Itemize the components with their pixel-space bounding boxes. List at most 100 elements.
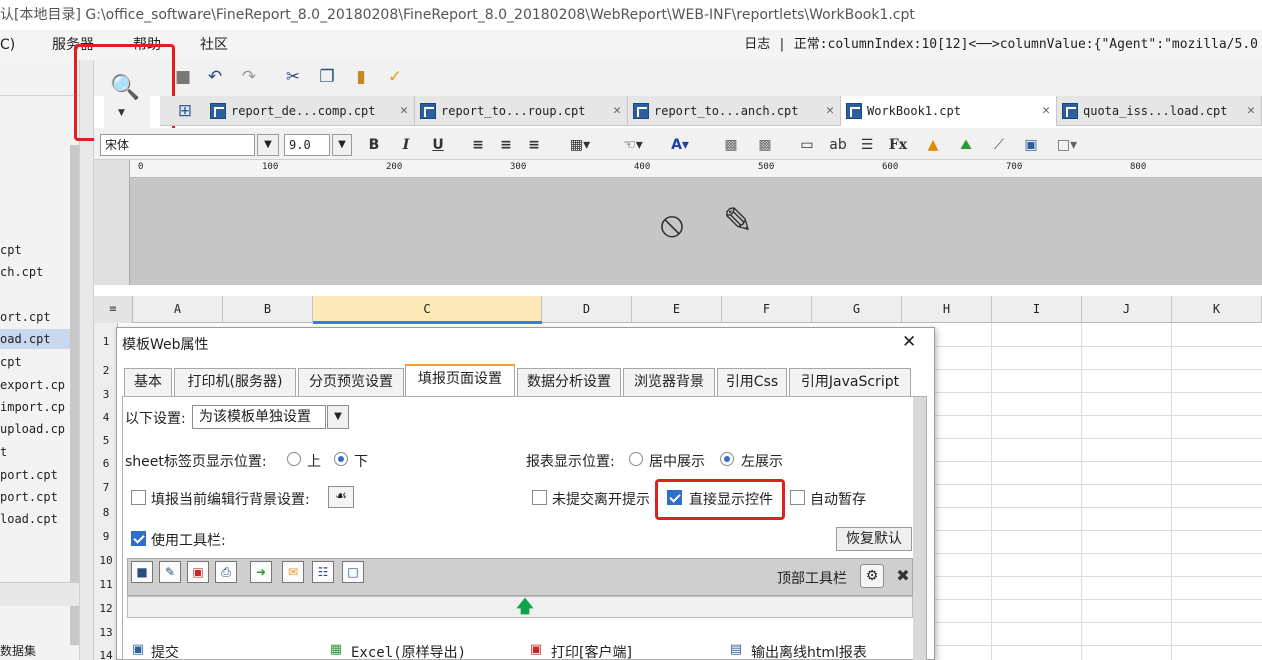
settings-scope-select[interactable]: 为该模板单独设置 — [192, 405, 326, 429]
tab-ref-javascript[interactable]: 引用JavaScript — [789, 368, 911, 396]
copy-icon[interactable]: ❐ — [316, 66, 338, 88]
column-header-selected[interactable]: C — [313, 296, 542, 323]
font-family-input[interactable]: 宋体 — [100, 134, 255, 156]
column-header[interactable]: E — [632, 296, 722, 323]
checkbox-unsubmitted-warning[interactable] — [532, 490, 547, 505]
row-header[interactable]: 9 — [94, 525, 118, 548]
row-header[interactable]: 12 — [94, 597, 118, 620]
sidebar-file[interactable]: cpt — [0, 240, 70, 260]
chevron-down-icon[interactable]: ▼ — [257, 134, 279, 156]
close-icon[interactable]: ✕ — [613, 96, 621, 126]
column-header[interactable]: F — [722, 296, 812, 323]
close-icon[interactable]: ✕ — [1042, 96, 1050, 126]
item-submit-label[interactable]: 提交 — [151, 642, 179, 660]
align-right-icon[interactable]: ≡ — [524, 134, 544, 156]
tab-quota-iss[interactable]: quota_iss...load.cpt ✕ — [1057, 96, 1262, 126]
email-icon[interactable]: ✉ — [282, 561, 304, 583]
menu-item-community[interactable]: 社区 — [200, 30, 228, 60]
sidebar-file[interactable]: ch.cpt — [0, 262, 70, 282]
report-header-area[interactable] — [130, 178, 1262, 285]
tab-ref-css[interactable]: 引用Css — [717, 368, 787, 396]
formula-icon[interactable]: Fx — [886, 134, 910, 156]
cut-icon[interactable]: ✂ — [282, 66, 304, 88]
column-header[interactable]: J — [1082, 296, 1172, 323]
fill-color-icon[interactable]: ☜▾ — [616, 134, 650, 156]
radio-report-center[interactable] — [629, 452, 643, 466]
column-header[interactable]: B — [223, 296, 313, 323]
font-size-input[interactable]: 9.0 — [284, 134, 330, 156]
sidebar-scrollbar[interactable] — [70, 145, 79, 645]
sidebar-file[interactable]: export.cp — [0, 375, 70, 395]
format-painter-icon[interactable]: ✓ — [384, 66, 406, 88]
cell-element-icon[interactable]: □▾ — [1052, 134, 1082, 156]
row-header[interactable]: 2 — [94, 359, 118, 382]
column-header[interactable]: K — [1172, 296, 1262, 323]
row-header[interactable]: 7 — [94, 476, 118, 499]
radio-sheet-top[interactable] — [287, 452, 301, 466]
sidebar-file-selected[interactable]: oad.cpt — [0, 329, 70, 349]
text-insert-icon[interactable]: ab — [826, 134, 850, 156]
tab-basic[interactable]: 基本 — [124, 368, 172, 396]
save-icon[interactable]: ■ — [172, 66, 194, 88]
select-all-corner[interactable]: ≡ — [94, 296, 133, 323]
sidebar-file[interactable]: load.cpt — [0, 509, 70, 529]
printer-icon[interactable]: ⎙ — [215, 561, 237, 583]
radio-report-left[interactable] — [720, 452, 734, 466]
new-template-icon[interactable]: ⊞ — [174, 100, 196, 122]
italic-icon[interactable]: I — [396, 134, 416, 156]
image-insert-icon[interactable]: ⛰ — [954, 134, 978, 156]
close-circle-icon[interactable]: ✖ — [893, 564, 913, 588]
close-icon[interactable]: ✕ — [902, 332, 916, 352]
column-header[interactable]: D — [542, 296, 632, 323]
underline-icon[interactable]: U — [428, 134, 448, 156]
chart-insert-icon[interactable]: ▲ — [922, 134, 944, 156]
paint-bucket-icon[interactable]: ☙ — [328, 486, 354, 508]
redo-icon[interactable]: ↷ — [238, 66, 260, 88]
chevron-down-icon[interactable]: ▼ — [327, 405, 349, 429]
merge-cells-icon[interactable]: ▩ — [720, 134, 742, 156]
list-icon[interactable]: ☰ — [856, 134, 878, 156]
column-header[interactable]: A — [133, 296, 223, 323]
checkbox-auto-save[interactable] — [790, 490, 805, 505]
panel-splitter[interactable] — [80, 60, 94, 660]
sub-report-icon[interactable]: ▣ — [1020, 134, 1042, 156]
column-header[interactable]: G — [812, 296, 902, 323]
hierarchy-icon[interactable]: ☷ — [312, 561, 334, 583]
checkbox-fill-row-bg[interactable] — [131, 490, 146, 505]
paste-icon[interactable]: ▮ — [350, 66, 372, 88]
tab-pagination-preview[interactable]: 分页预览设置 — [298, 368, 404, 396]
column-header[interactable]: H — [902, 296, 992, 323]
sidebar-file[interactable]: port.cpt — [0, 487, 70, 507]
border-icon[interactable]: ▦▾ — [564, 134, 596, 156]
row-header[interactable]: 8 — [94, 501, 118, 524]
slash-icon[interactable]: ⟋ — [988, 134, 1010, 156]
menu-item-c[interactable]: C) — [0, 30, 15, 60]
item-excel-label[interactable]: Excel(原样导出) — [351, 642, 466, 660]
sidebar-file[interactable]: ort.cpt — [0, 307, 70, 327]
tab-report-to-anch[interactable]: report_to...anch.cpt ✕ — [628, 96, 841, 126]
tab-report-de[interactable]: report_de...comp.cpt ✕ — [205, 96, 415, 126]
split-cells-icon[interactable]: ▩ — [754, 134, 776, 156]
tab-fill-page-settings[interactable]: 填报页面设置 — [405, 364, 515, 396]
item-print-label[interactable]: 打印[客户端] — [551, 642, 632, 660]
row-header[interactable]: 10 — [94, 549, 118, 572]
tab-data-analysis[interactable]: 数据分析设置 — [517, 368, 621, 396]
dialog-scrollbar[interactable] — [913, 397, 926, 660]
close-icon[interactable]: ✕ — [826, 96, 834, 126]
pdf-icon[interactable]: ▣ — [187, 561, 209, 583]
font-color-icon[interactable]: A▾ — [662, 134, 698, 156]
sidebar-collapse-bar[interactable] — [0, 582, 79, 606]
arrow-up-icon[interactable]: 🡅 — [515, 598, 535, 616]
eye-slash-icon[interactable]: ⦸ — [650, 203, 694, 247]
pencil-icon[interactable]: ✎ — [159, 561, 181, 583]
export-icon[interactable]: ➜ — [250, 561, 272, 583]
row-header[interactable]: 6 — [94, 452, 118, 475]
save-icon[interactable]: ■ — [131, 561, 153, 583]
tab-workbook1[interactable]: WorkBook1.cpt ✕ — [841, 96, 1057, 126]
sidebar-file[interactable]: cpt — [0, 352, 70, 372]
chevron-down-icon[interactable]: ▼ — [332, 134, 352, 156]
window-icon[interactable]: □ — [342, 561, 364, 583]
align-left-icon[interactable]: ≡ — [468, 134, 488, 156]
tab-report-to-roup[interactable]: report_to...roup.cpt ✕ — [415, 96, 628, 126]
gear-icon[interactable]: ⚙ — [860, 564, 884, 588]
